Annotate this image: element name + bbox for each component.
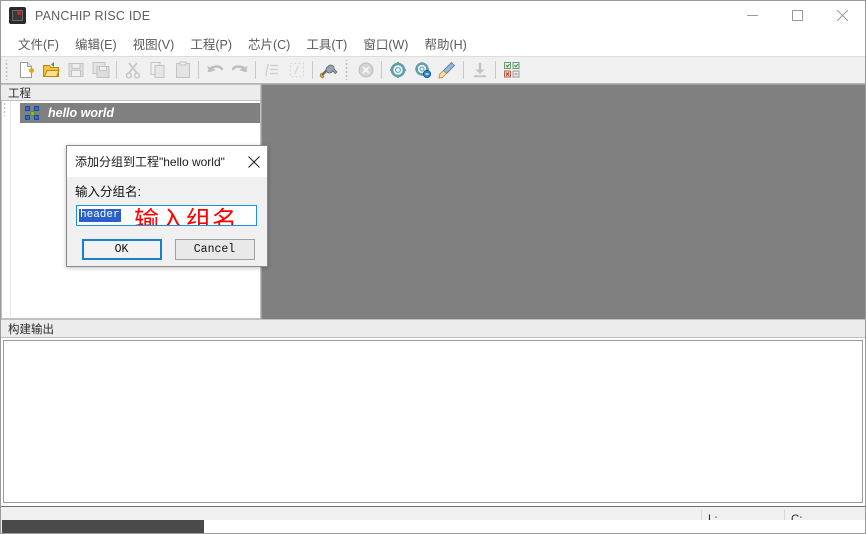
dialog-close-icon[interactable]: [245, 153, 263, 171]
toolbar-separator: [495, 61, 496, 79]
menu-view[interactable]: 视图(V): [125, 31, 183, 56]
menu-file[interactable]: 文件(F): [10, 31, 67, 56]
ok-button[interactable]: OK: [81, 238, 162, 260]
window-horizontal-scrollbar[interactable]: [2, 520, 204, 533]
application-window: PANCHIP RISC IDE 文件(F) 编辑(E) 视图(V) 工程(P)…: [0, 0, 866, 534]
group-name-input-value: header: [79, 209, 121, 222]
copy-icon[interactable]: [145, 58, 170, 82]
annotation-text: 输入组名: [134, 207, 239, 226]
menu-bar: 文件(F) 编辑(E) 视图(V) 工程(P) 芯片(C) 工具(T) 窗口(W…: [1, 30, 865, 56]
toolbar-grip[interactable]: [344, 60, 351, 80]
build-output-panel: 构建输出: [1, 319, 865, 505]
toolbar-separator: [255, 61, 256, 79]
window-horizontal-scroll-track[interactable]: [204, 520, 865, 533]
group-name-label: 输入分组名:: [75, 185, 141, 199]
maximize-button[interactable]: [775, 1, 820, 30]
comment-icon[interactable]: [284, 58, 309, 82]
toolbar-grip[interactable]: [4, 60, 11, 80]
cut-icon[interactable]: [120, 58, 145, 82]
build-output-header: 构建输出: [1, 319, 865, 338]
paste-icon[interactable]: [170, 58, 195, 82]
menu-tools[interactable]: 工具(T): [298, 31, 355, 56]
redo-icon[interactable]: [227, 58, 252, 82]
window-controls: [730, 1, 865, 30]
window-title: PANCHIP RISC IDE: [35, 8, 151, 23]
minimize-button[interactable]: [730, 1, 775, 30]
new-file-icon[interactable]: [13, 58, 38, 82]
undo-icon[interactable]: [202, 58, 227, 82]
menu-chip[interactable]: 芯片(C): [240, 31, 298, 56]
add-group-dialog: 添加分组到工程"hello world" 输入分组名: header 输入组名 …: [66, 145, 268, 267]
project-panel-header: 工程: [1, 84, 261, 101]
clean-icon[interactable]: [435, 58, 460, 82]
dialog-title: 添加分组到工程"hello world": [75, 155, 225, 169]
toolbar-separator: [198, 61, 199, 79]
group-name-input[interactable]: header 输入组名: [76, 205, 257, 226]
indent-icon[interactable]: [259, 58, 284, 82]
download-icon[interactable]: [467, 58, 492, 82]
toolbar-separator: [312, 61, 313, 79]
tree-item-label: hello world: [48, 106, 114, 120]
menu-help[interactable]: 帮助(H): [416, 31, 474, 56]
dialog-title-bar: 添加分组到工程"hello world": [67, 146, 267, 177]
tree-vertical-scrollbar[interactable]: [2, 101, 11, 317]
save-all-icon[interactable]: [88, 58, 113, 82]
menu-project[interactable]: 工程(P): [182, 31, 240, 56]
save-icon[interactable]: [63, 58, 88, 82]
toolbar-separator: [381, 61, 382, 79]
close-button[interactable]: [820, 1, 865, 30]
title-bar: PANCHIP RISC IDE: [1, 1, 865, 30]
toolbar: [1, 56, 865, 84]
build-output-text[interactable]: [3, 340, 863, 503]
rebuild-icon[interactable]: [410, 58, 435, 82]
tree-item-hello-world[interactable]: hello world: [20, 103, 260, 123]
settings-grid-icon[interactable]: [499, 58, 524, 82]
editor-mdi-area[interactable]: [261, 84, 865, 319]
menu-edit[interactable]: 编辑(E): [67, 31, 125, 56]
dialog-button-row: OK Cancel: [67, 234, 269, 264]
open-folder-icon[interactable]: [38, 58, 63, 82]
build-icon[interactable]: [385, 58, 410, 82]
project-node-icon: [25, 106, 40, 120]
dialog-body: 输入分组名: header 输入组名 OK Cancel: [67, 177, 267, 266]
build-tools-icon[interactable]: [316, 58, 341, 82]
cancel-button[interactable]: Cancel: [174, 238, 255, 260]
chip-icon: [9, 7, 26, 24]
toolbar-separator: [116, 61, 117, 79]
toolbar-separator: [463, 61, 464, 79]
menu-window[interactable]: 窗口(W): [355, 31, 416, 56]
stop-build-icon[interactable]: [353, 58, 378, 82]
